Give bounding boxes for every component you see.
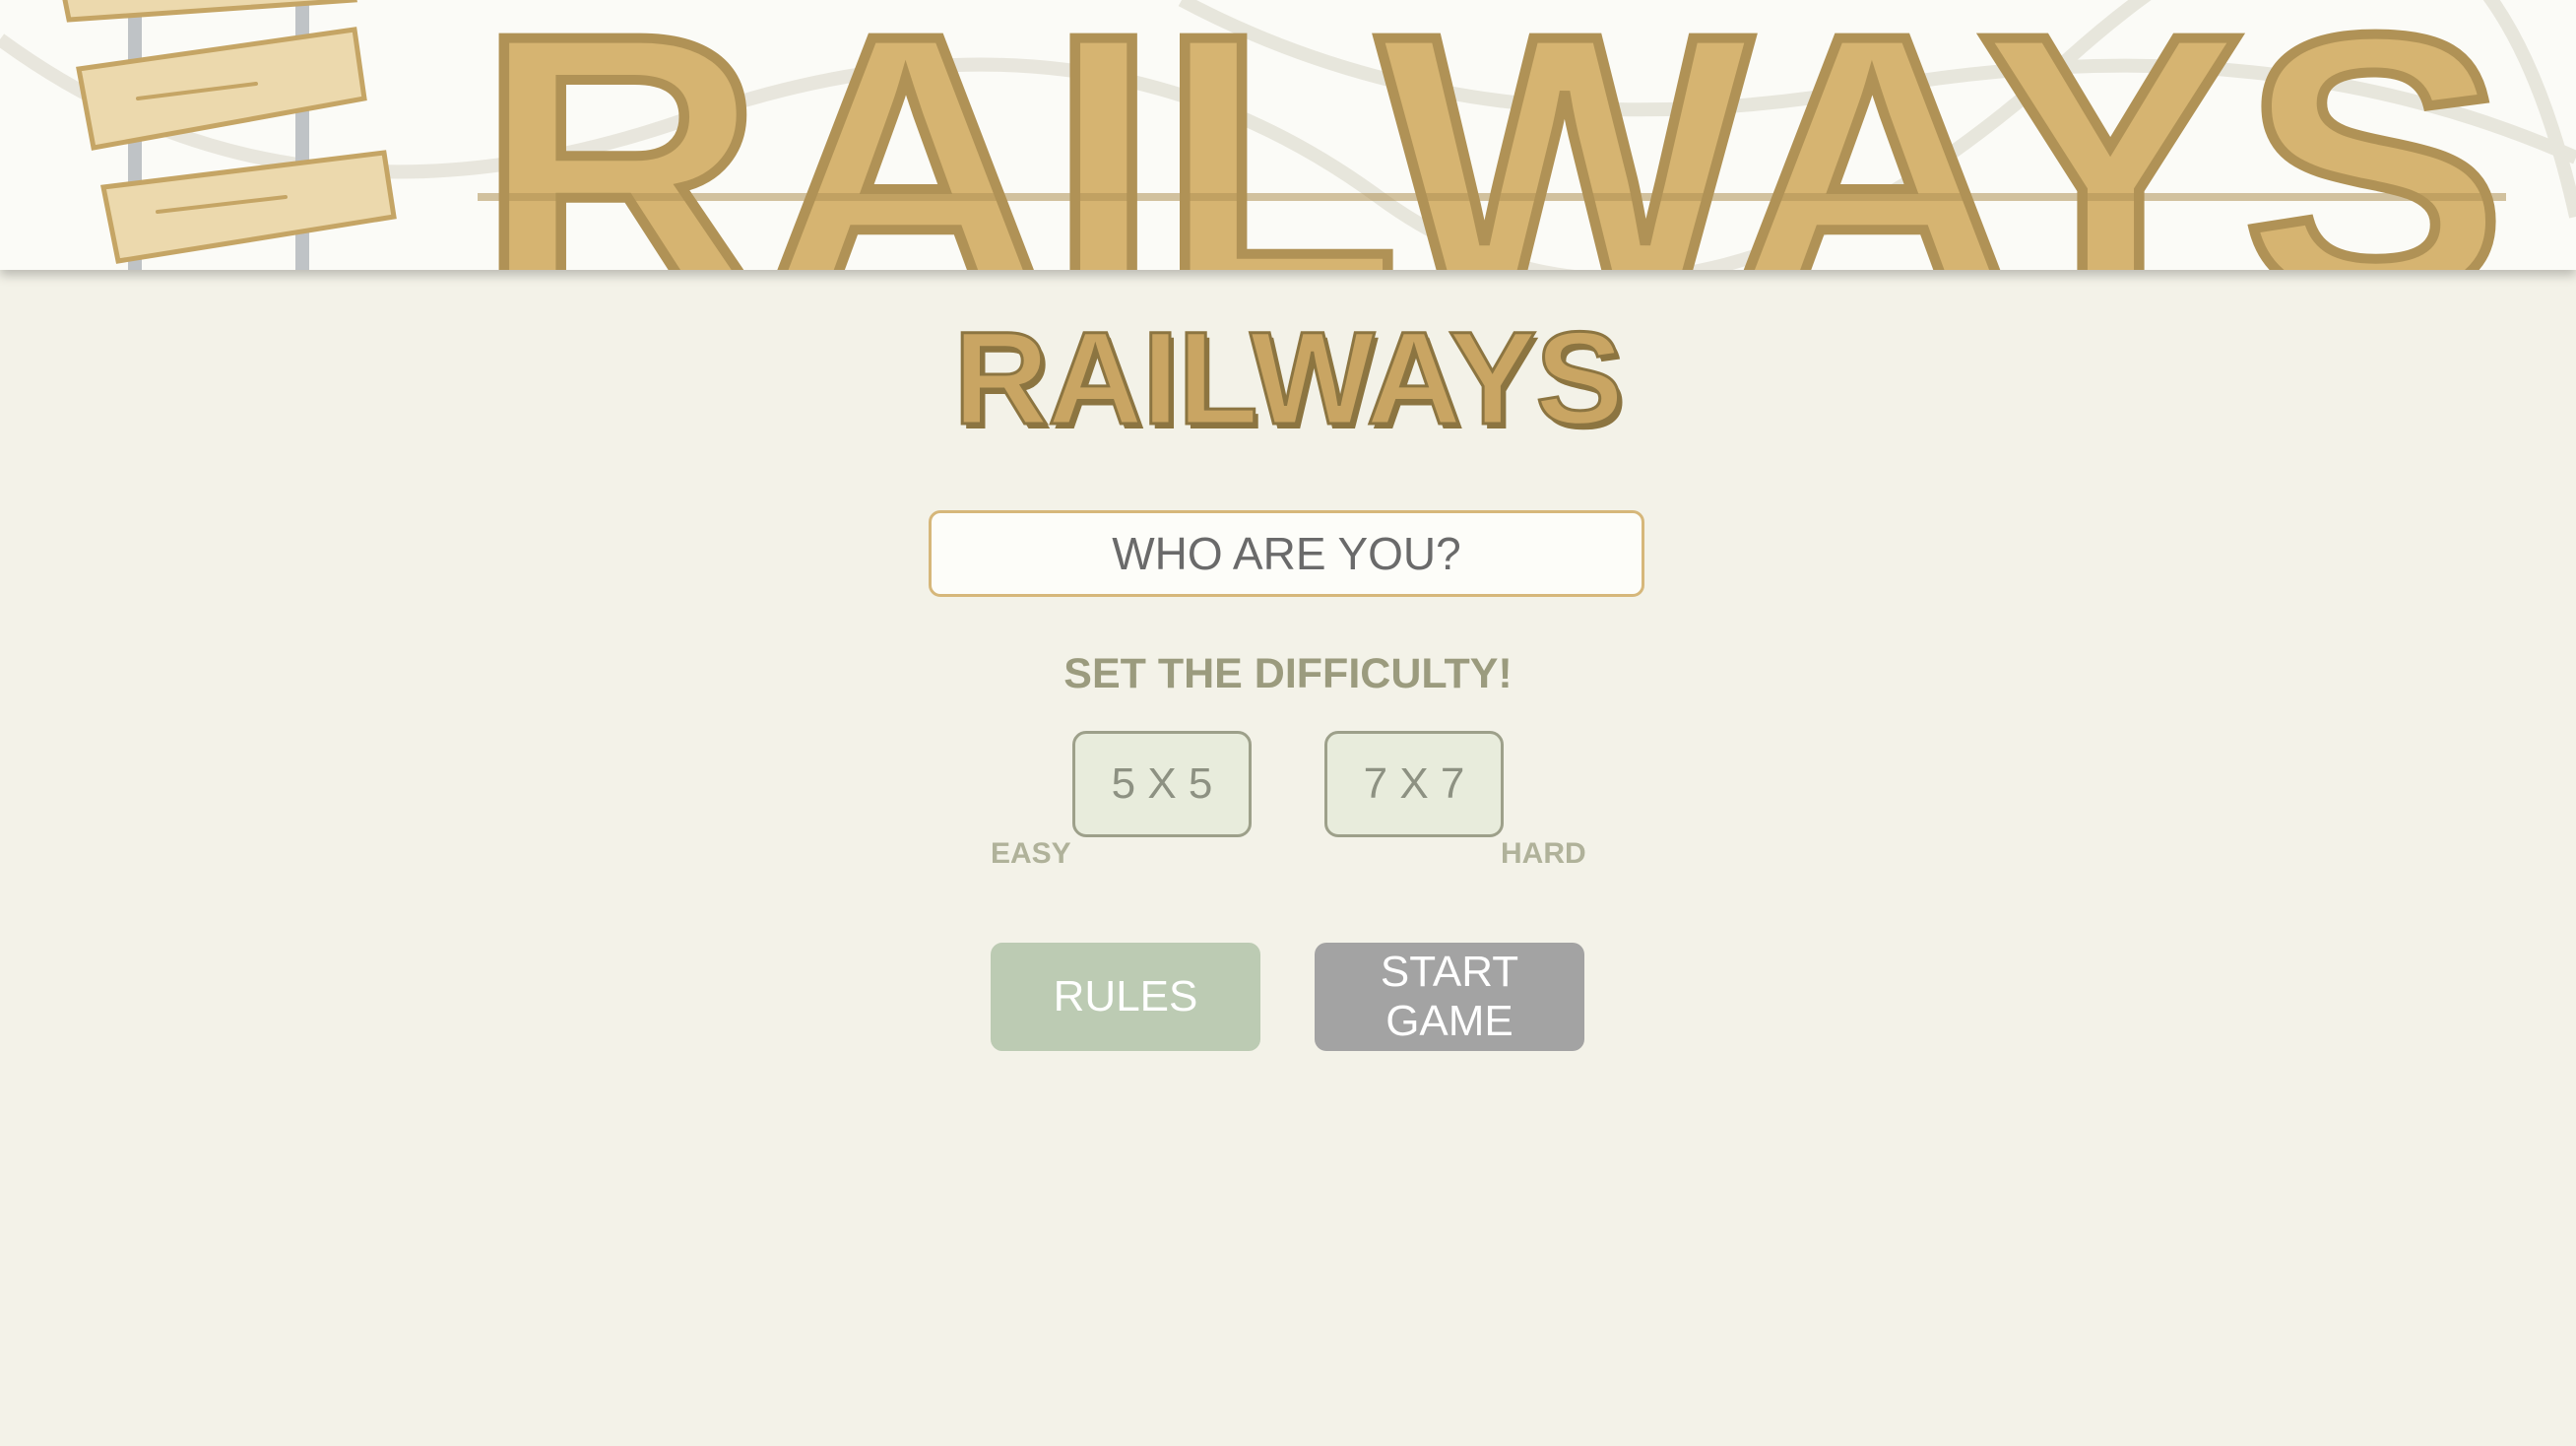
difficulty-heading: SET THE DIFFICULTY!	[1063, 650, 1513, 697]
banner-logo-text: RAILWAYS	[478, 0, 2506, 270]
page-title: RAILWAYS	[952, 304, 1626, 454]
hard-label: HARD	[1501, 837, 1586, 870]
start-game-button[interactable]: START GAME	[1315, 943, 1584, 1051]
banner-graphic: RAILWAYS	[0, 0, 2576, 270]
difficulty-5x5-button[interactable]: 5 X 5	[1072, 731, 1252, 837]
rules-button[interactable]: RULES	[991, 943, 1260, 1051]
difficulty-7x7-button[interactable]: 7 X 7	[1324, 731, 1504, 837]
railroad-ties-icon	[62, 0, 397, 270]
player-name-input[interactable]	[929, 510, 1644, 597]
header-banner: RAILWAYS	[0, 0, 2576, 270]
easy-label: EASY	[991, 837, 1071, 870]
